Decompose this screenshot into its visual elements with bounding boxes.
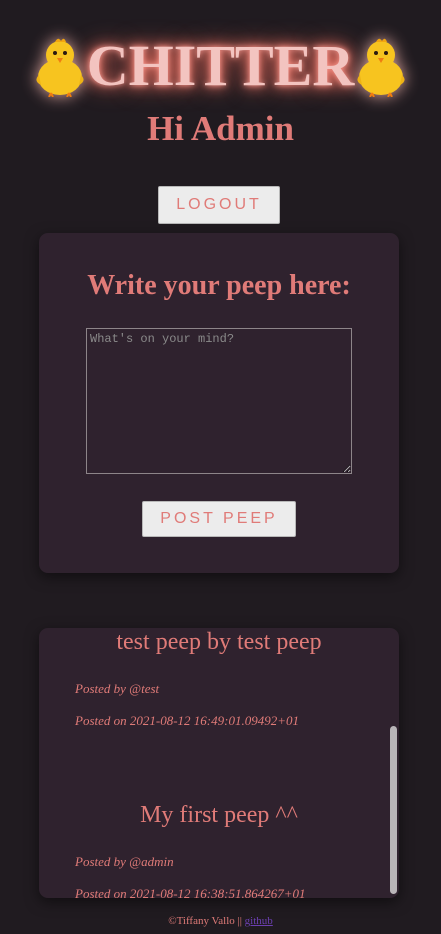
chick-icon [357, 38, 405, 97]
github-link[interactable]: github [245, 915, 273, 927]
peep-timestamp: Posted on 2021-08-12 16:38:51.864267+01 [75, 886, 306, 898]
logo: CHITTER [0, 30, 441, 102]
page: CHITTER Hi Admin LOGOUT Write your peep … [0, 0, 441, 934]
peep-title: My first peep ^^ [140, 802, 298, 828]
peep-author: Posted by @admin [75, 854, 174, 869]
peep-author: Posted by @test [75, 681, 160, 696]
footer: ©Tiffany Vallo || github [0, 914, 441, 928]
logout-button[interactable]: LOGOUT [158, 186, 280, 224]
greeting: Hi Admin [147, 109, 294, 148]
peep-timestamp: Posted on 2021-08-12 16:49:01.09492+01 [75, 713, 299, 728]
feed-scrollbar-thumb[interactable] [390, 726, 397, 894]
peep-input[interactable] [86, 328, 352, 474]
peep-title: test peep by test peep [116, 629, 322, 655]
post-peep-button[interactable]: POST PEEP [142, 501, 296, 537]
chick-icon [36, 38, 84, 97]
compose-card: Write your peep here: POST PEEP [39, 233, 399, 573]
footer-copyright: ©Tiffany Vallo || [168, 915, 245, 927]
peep-feed[interactable]: test peep by test peep Posted by @test P… [39, 628, 399, 898]
app-title: CHITTER [86, 33, 355, 98]
feed-scrollbar[interactable] [387, 628, 399, 898]
compose-heading: Write your peep here: [87, 270, 351, 301]
